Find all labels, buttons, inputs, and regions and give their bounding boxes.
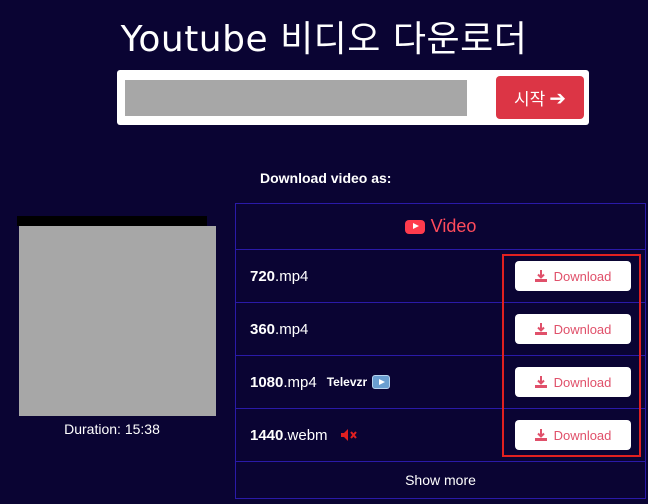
video-duration: Duration: 15:38 bbox=[64, 421, 160, 437]
mute-icon bbox=[340, 429, 357, 441]
resolution: 720 bbox=[250, 267, 276, 285]
tab-video-label: Video bbox=[430, 216, 477, 236]
page-title: Youtube 비디오 다운로더 bbox=[120, 19, 528, 60]
extension: .mp4 bbox=[275, 320, 309, 338]
resolution: 360 bbox=[250, 320, 276, 338]
tab-video[interactable]: Video bbox=[236, 204, 645, 250]
extension: .mp4 bbox=[275, 267, 309, 285]
youtube-icon bbox=[404, 219, 425, 234]
download-heading: Download video as: bbox=[260, 170, 392, 186]
extension: .webm bbox=[283, 426, 328, 444]
search-box: 시작 ➔ bbox=[117, 70, 589, 125]
show-more-button[interactable]: Show more bbox=[236, 462, 645, 498]
televzr-label: Televzr bbox=[326, 375, 368, 389]
thumbnail-top-bar bbox=[17, 216, 207, 226]
start-label: 시작 bbox=[513, 90, 546, 110]
resolution: 1080 bbox=[250, 373, 284, 391]
highlight-box bbox=[502, 254, 641, 457]
start-button[interactable]: 시작 ➔ bbox=[496, 76, 584, 119]
extension: .mp4 bbox=[283, 373, 317, 391]
video-thumbnail bbox=[19, 226, 216, 416]
televzr-icon bbox=[372, 375, 391, 389]
resolution: 1440 bbox=[250, 426, 284, 444]
televzr-link[interactable]: Televzr bbox=[326, 375, 391, 389]
arrow-right-icon: ➔ bbox=[549, 85, 567, 110]
url-input[interactable] bbox=[125, 80, 467, 116]
